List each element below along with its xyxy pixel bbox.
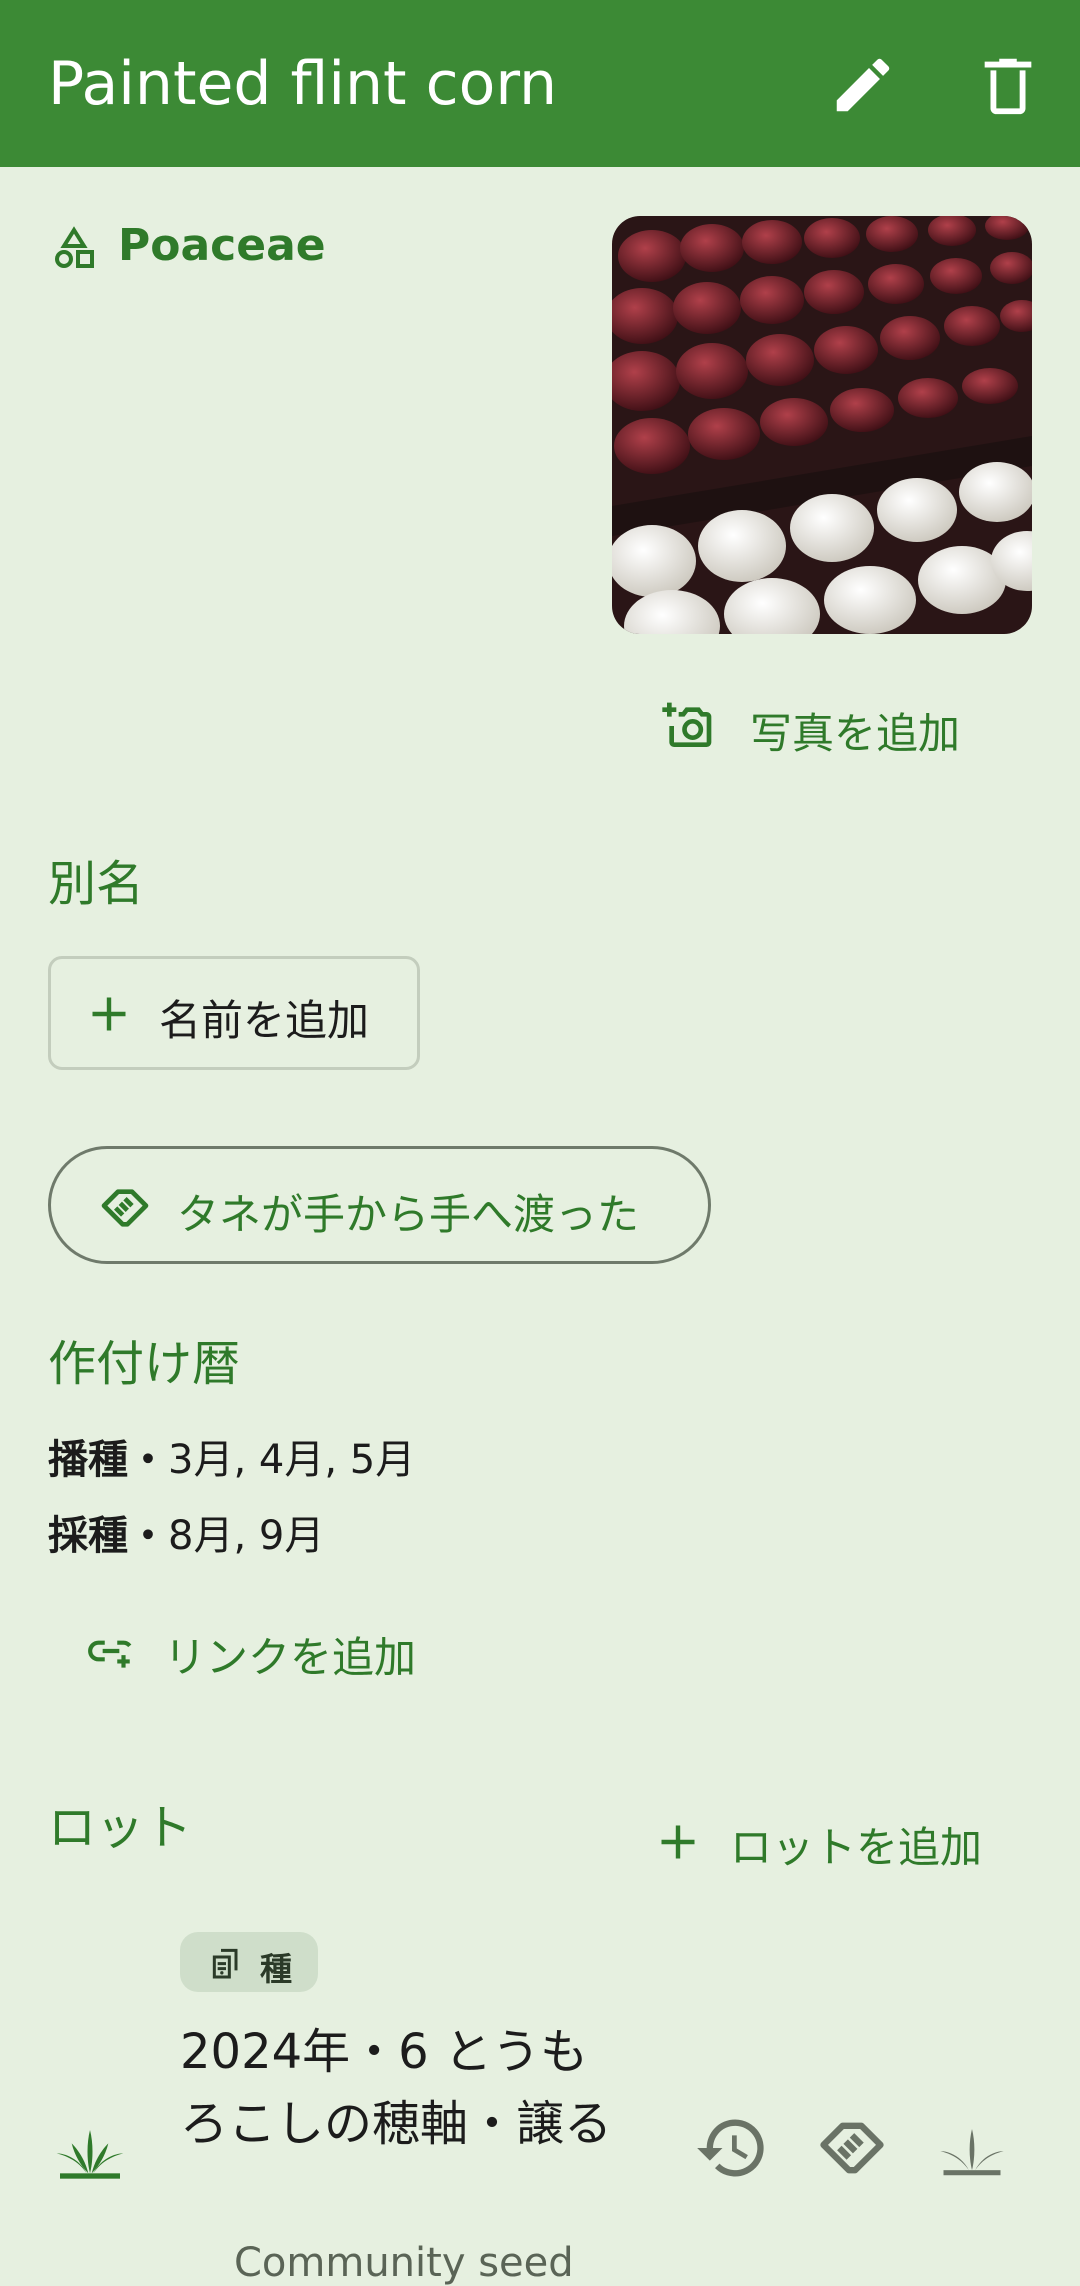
calendar-row-sowing: 播種・3月, 4月, 5月 [48,1434,415,1486]
page-title: Painted flint corn [48,49,557,119]
aliases-title: 別名 [48,856,145,912]
calendar-row-value: 3月, 4月, 5月 [168,1437,416,1483]
pencil-icon[interactable] [828,50,898,120]
add-name-button[interactable]: 名前を追加 [48,956,420,1070]
handed-down-label: タネが手から手へ渡った [177,1190,640,1239]
shapes-icon [55,226,94,268]
calendar-row-separator: ・ [128,1513,168,1559]
plus-icon [92,997,126,1031]
add-lot-label: ロットを追加 [730,1823,983,1872]
lot-type-label: 種 [260,1950,293,1988]
calendar-row-key: 播種 [48,1437,128,1483]
family-label: Poaceae [118,220,326,271]
handshake-icon[interactable] [814,2110,890,2186]
add-name-label: 名前を追加 [159,996,370,1045]
handshake-icon [101,1189,149,1227]
add-link-icon [88,1640,132,1668]
corn-photo-image [612,216,1032,634]
lot-list-item[interactable]: 種 2024年・6 とうもろこしの穂軸・譲る Community seed [0,1920,1080,2286]
add-photo-label: 写真を追加 [750,709,961,758]
sprout-icon [56,2130,124,2179]
seed-packet-icon [212,1948,238,1979]
calendar-row-key: 採種 [48,1513,128,1559]
trash-icon[interactable] [973,50,1043,120]
variety-photo[interactable] [612,216,1032,634]
lot-source: Community seed [234,2240,574,2286]
calendar-title: 作付け暦 [48,1336,241,1392]
plus-icon [661,1825,695,1859]
sprout-icon[interactable] [934,2110,1010,2186]
lot-type-badge: 種 [180,1932,318,1992]
add-photo-button[interactable]: 写真を追加 [660,690,1000,762]
handed-down-button[interactable]: タネが手から手へ渡った [48,1146,711,1264]
history-icon[interactable] [694,2110,770,2186]
lot-name: 2024年・6 とうもろこしの穂軸・譲る [180,2024,613,2152]
app-bar: Painted flint corn [0,0,1080,167]
add-lot-button[interactable]: ロットを追加 [656,1806,1016,1876]
calendar-row-seed-saving: 採種・8月, 9月 [48,1510,324,1562]
add-link-label: リンクを追加 [164,1633,417,1682]
add-camera-icon [662,702,712,747]
add-link-button[interactable]: リンクを追加 [86,1616,486,1686]
lots-title: ロット [48,1800,193,1856]
calendar-row-separator: ・ [128,1437,168,1483]
calendar-row-value: 8月, 9月 [168,1513,325,1559]
